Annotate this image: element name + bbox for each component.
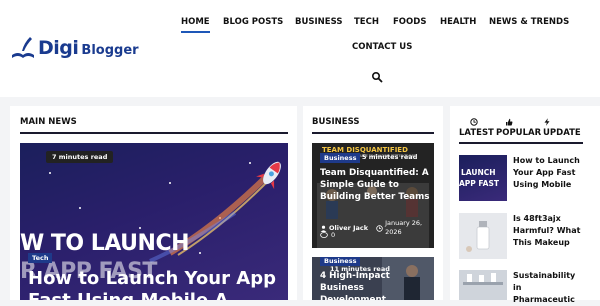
publish-date: January 26, 2026 xyxy=(385,219,423,236)
nav-item-news-trends[interactable]: NEWS & TRENDS xyxy=(489,17,569,27)
primary-nav: HOME BLOG POSTS BUSINESS TECH FOODS HEAL… xyxy=(0,17,600,33)
clock-icon xyxy=(470,118,478,126)
search-icon[interactable] xyxy=(371,71,383,83)
list-thumbnail[interactable] xyxy=(459,213,507,259)
nav-item-blog-posts[interactable]: BLOG POSTS xyxy=(223,17,283,27)
business-card[interactable]: TEAM DISQUANTIFIED A SIMPLE GUIDE TO BUI… xyxy=(312,143,434,248)
nav-item-tech[interactable]: TECH xyxy=(354,17,379,27)
list-item-title[interactable]: Sustainability in Pharmaceutic xyxy=(513,270,583,306)
nav-item-foods[interactable]: FOODS xyxy=(393,17,426,27)
hero-headline[interactable]: How to Launch Your App Fast Using Mobile… xyxy=(28,268,288,300)
section-divider xyxy=(20,132,288,134)
tab-update[interactable]: UPDATE xyxy=(543,128,583,138)
card-meta: Oliver Jack January 26, 2026 xyxy=(320,219,427,237)
nav-item-business[interactable]: BUSINESS xyxy=(295,17,342,27)
card-headline[interactable]: Team Disquantified: A Simple Guide to Bu… xyxy=(320,167,432,203)
list-thumbnail[interactable] xyxy=(459,270,507,300)
product-photo xyxy=(459,213,507,259)
bolt-icon xyxy=(544,118,550,126)
list-item-title[interactable]: How to Launch Your App Fast Using Mobile xyxy=(513,155,583,191)
tab-popular[interactable]: POPULAR xyxy=(496,128,541,138)
secondary-nav: CONTACT US xyxy=(0,42,600,54)
site-header: Digi Blogger HOME BLOG POSTS BUSINESS TE… xyxy=(0,0,600,97)
card-comments: 0 xyxy=(320,231,335,239)
clock-icon xyxy=(376,224,383,232)
lab-photo xyxy=(459,270,507,300)
tab-latest[interactable]: LATEST xyxy=(459,128,494,138)
business-card[interactable]: Business 11 minutes read 4 High-Impact B… xyxy=(312,257,434,300)
comment-icon xyxy=(320,231,328,238)
thumbs-up-icon xyxy=(506,118,513,126)
hero-article[interactable]: 7 minutes read W TO LAUNCH R APP FAST Te… xyxy=(20,143,288,300)
comment-count: 0 xyxy=(331,231,336,239)
business-title: BUSINESS xyxy=(312,117,360,127)
section-divider xyxy=(312,132,434,134)
read-time-text: 5 minutes read xyxy=(362,153,418,161)
category-badge[interactable]: Tech xyxy=(28,253,53,263)
section-divider xyxy=(459,142,583,144)
read-time-badge: 7 minutes read xyxy=(46,151,114,163)
list-item-title[interactable]: Is 48ft3ajx Harmful? What This Makeup xyxy=(513,213,583,249)
nav-item-home[interactable]: HOME xyxy=(181,17,210,33)
thumb-text: LAUNCH xyxy=(461,168,496,177)
category-badge[interactable]: Business xyxy=(320,153,361,163)
nav-item-health[interactable]: HEALTH xyxy=(440,17,476,27)
main-news-title: MAIN NEWS xyxy=(20,117,77,127)
card-headline[interactable]: 4 High-Impact Business Development xyxy=(320,270,390,300)
list-thumbnail[interactable]: LAUNCH APP FAST xyxy=(459,155,507,201)
thumb-text: APP FAST xyxy=(459,179,499,188)
nav-item-contact-us[interactable]: CONTACT US xyxy=(352,42,412,52)
